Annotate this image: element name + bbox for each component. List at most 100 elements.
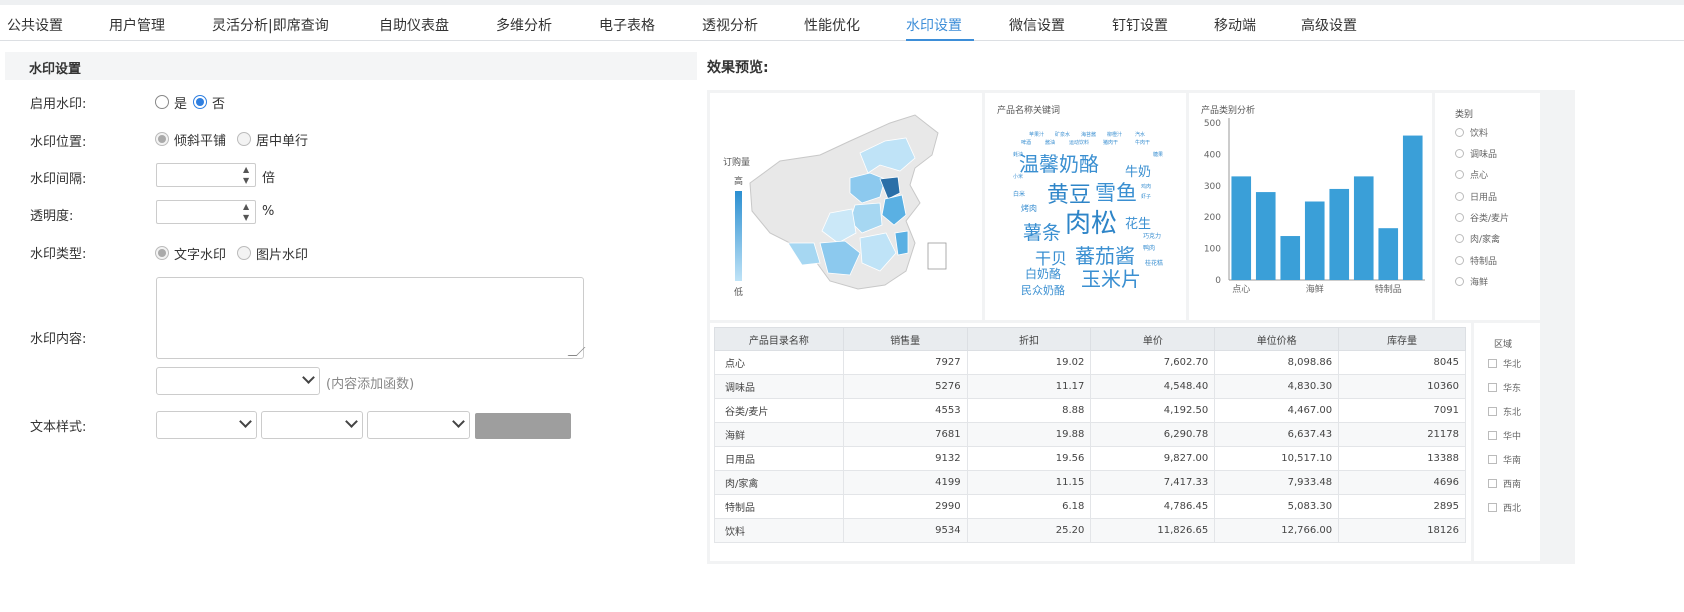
radio-icon xyxy=(1455,149,1464,158)
tab-dingtalk-settings[interactable]: 钉钉设置 xyxy=(1112,15,1168,35)
wordcloud-small-word: 桂花糕 xyxy=(1145,260,1164,267)
table-header-row: 产品目录名称 销售量 折扣 单价 单位价格 库存量 xyxy=(714,327,1466,351)
wordcloud-small-word: 小米 xyxy=(1013,174,1024,180)
wordcloud-small-word: 虾子 xyxy=(1141,194,1152,200)
category-legend-item[interactable]: 日用品 xyxy=(1455,190,1497,203)
table-row: 日用品 9132 19.56 9,827.00 10,517.10 13388 xyxy=(714,446,1466,471)
tab-public-settings[interactable]: 公共设置 xyxy=(7,15,63,35)
stepper-down-icon[interactable]: ▼ xyxy=(243,177,251,185)
font-style-select[interactable] xyxy=(367,411,470,439)
region-legend-item[interactable]: 华中 xyxy=(1488,429,1521,442)
tab-wechat-settings[interactable]: 微信设置 xyxy=(1009,15,1065,35)
table-row: 调味品 5276 11.17 4,548.40 4,830.30 10360 xyxy=(714,374,1466,399)
opacity-unit: % xyxy=(262,204,275,219)
wordcloud-small-word: 白米 xyxy=(1013,191,1026,198)
tab-flexible-analysis[interactable]: 灵活分析|即席查询 xyxy=(212,15,329,35)
region-legend-panel: 区域 华北 华东 东北 华中 华南 西南 西北 xyxy=(1474,323,1540,561)
type-image-radio[interactable] xyxy=(237,246,251,260)
table-row: 谷类/麦片 4553 8.88 4,192.50 4,467.00 7091 xyxy=(714,398,1466,423)
region-legend-item[interactable]: 东北 xyxy=(1488,405,1521,418)
category-legend-item[interactable]: 特制品 xyxy=(1455,254,1497,267)
bar[interactable] xyxy=(1304,201,1325,281)
category-legend-item[interactable]: 调味品 xyxy=(1455,147,1497,160)
type-label: 水印类型: xyxy=(30,247,87,262)
position-tiled-radio[interactable] xyxy=(155,132,169,146)
enable-yes-radio[interactable] xyxy=(155,95,169,109)
table-header: 单价 xyxy=(1090,327,1216,351)
interval-stepper[interactable]: ▲ ▼ xyxy=(156,163,256,187)
position-center-radio[interactable] xyxy=(237,132,251,146)
wordcloud-small-word: 牛肉干 xyxy=(1135,140,1151,146)
tab-mobile[interactable]: 移动端 xyxy=(1214,15,1256,35)
wordcloud-word: 民众奶酪 xyxy=(1021,284,1065,297)
barchart-panel: 产品类别分析 0 100 200 300 400 500 点心 海鲜 特制品 xyxy=(1189,93,1432,320)
tab-user-management[interactable]: 用户管理 xyxy=(109,15,165,35)
wordcloud-small-word: 鸭肉 xyxy=(1143,245,1156,252)
map-panel: 订购量 高 低 xyxy=(710,93,982,320)
bar[interactable] xyxy=(1255,192,1276,280)
tab-multidimensional-analysis[interactable]: 多维分析 xyxy=(496,15,552,35)
bar[interactable] xyxy=(1353,176,1374,280)
wordcloud-title: 产品名称关键词 xyxy=(997,106,1061,116)
region-legend-item[interactable]: 西北 xyxy=(1488,501,1521,514)
radio-icon xyxy=(1455,128,1464,137)
category-legend-item[interactable]: 肉/家禽 xyxy=(1455,232,1500,245)
region-legend-item[interactable]: 华南 xyxy=(1488,453,1521,466)
stepper-up-icon[interactable]: ▲ xyxy=(243,203,251,211)
function-hint: (内容添加函数) xyxy=(326,377,415,392)
table-header: 库存量 xyxy=(1338,327,1466,351)
tab-pivot-analysis[interactable]: 透视分析 xyxy=(702,15,758,35)
tab-watermark-settings[interactable]: 水印设置 xyxy=(906,15,962,35)
tab-spreadsheet[interactable]: 电子表格 xyxy=(599,15,655,35)
region-legend-item[interactable]: 西南 xyxy=(1488,477,1521,490)
wordcloud-small-word: 啤酒 xyxy=(1021,140,1032,146)
chevron-down-icon xyxy=(302,371,315,384)
opacity-stepper[interactable]: ▲ ▼ xyxy=(156,200,256,224)
tab-advanced-settings[interactable]: 高级设置 xyxy=(1301,15,1357,35)
font-color-button[interactable] xyxy=(475,413,571,439)
position-label: 水印位置: xyxy=(30,135,87,150)
wordcloud-small-word: 苹果汁 xyxy=(1029,132,1045,138)
wordcloud-small-word: 鸡肉 xyxy=(1141,184,1152,190)
type-image-text: 图片水印 xyxy=(256,248,309,263)
bar[interactable] xyxy=(1280,236,1301,280)
position-center-text: 居中单行 xyxy=(256,134,309,149)
table-header: 销售量 xyxy=(842,327,968,351)
function-select[interactable] xyxy=(156,367,320,395)
content-textarea[interactable] xyxy=(156,277,584,359)
bar[interactable] xyxy=(1329,188,1350,280)
wordcloud-small-word: 矿泉水 xyxy=(1055,132,1071,138)
interval-unit: 倍 xyxy=(262,171,276,186)
x-tick-label: 海鲜 xyxy=(1306,283,1324,295)
enable-watermark-label: 启用水印: xyxy=(30,97,87,112)
checkbox-icon xyxy=(1488,407,1497,416)
category-legend-item[interactable]: 海鲜 xyxy=(1455,275,1488,288)
wordcloud-small-word: 酱油 xyxy=(1045,140,1056,146)
category-legend-item[interactable]: 谷类/麦片 xyxy=(1455,211,1509,224)
category-legend-item[interactable]: 点心 xyxy=(1455,168,1488,181)
opacity-label: 透明度: xyxy=(30,209,74,224)
region-legend-item[interactable]: 华北 xyxy=(1488,357,1521,370)
table-header: 产品目录名称 xyxy=(714,327,844,351)
tab-self-service-dashboard[interactable]: 自助仪表盘 xyxy=(379,15,449,35)
stepper-up-icon[interactable]: ▲ xyxy=(243,166,251,174)
font-size-select[interactable] xyxy=(261,411,363,439)
table-row: 肉/家禽 4199 11.15 7,417.33 7,933.48 4696 xyxy=(714,470,1466,495)
wordcloud-word: 薯条 xyxy=(1023,222,1062,244)
bar[interactable] xyxy=(1402,135,1423,280)
bar[interactable] xyxy=(1378,228,1399,280)
interval-label: 水印间隔: xyxy=(30,172,87,187)
x-tick-label: 点心 xyxy=(1232,284,1250,295)
bar[interactable] xyxy=(1231,176,1252,280)
table-row: 点心 7927 19.02 7,602.70 8,098.86 8045 xyxy=(714,350,1466,375)
font-family-select[interactable] xyxy=(156,411,257,439)
wordcloud-small-word: 猪肉干 xyxy=(1103,140,1119,146)
wordcloud-word: 白奶酪 xyxy=(1025,267,1062,281)
region-legend-item[interactable]: 华东 xyxy=(1488,381,1521,394)
y-tick-label: 200 xyxy=(1204,213,1221,223)
stepper-down-icon[interactable]: ▼ xyxy=(243,214,251,222)
type-text-radio[interactable] xyxy=(155,246,169,260)
category-legend-item[interactable]: 饮料 xyxy=(1455,126,1488,139)
enable-no-radio[interactable] xyxy=(193,95,207,109)
tab-performance[interactable]: 性能优化 xyxy=(804,15,860,35)
